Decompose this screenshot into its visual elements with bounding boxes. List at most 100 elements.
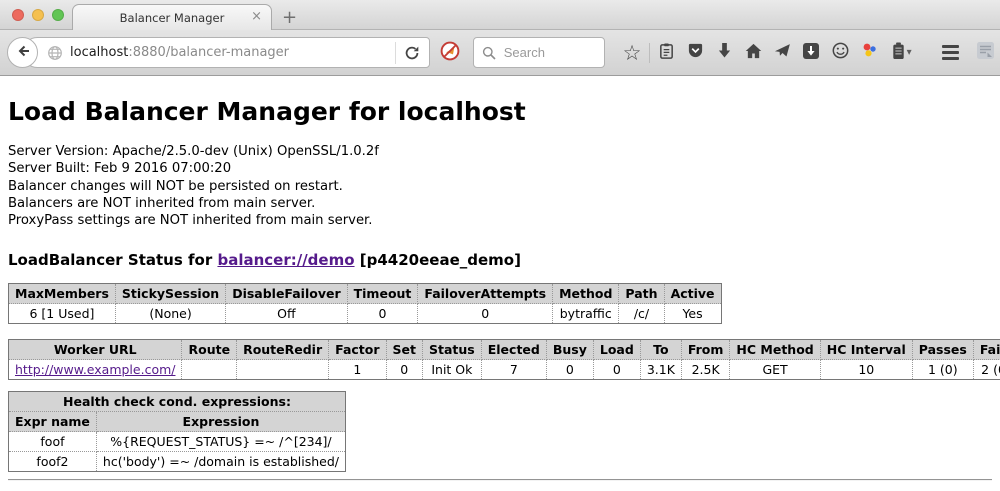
col-timeout: Timeout <box>347 284 418 304</box>
chevron-down-icon[interactable]: ▾ <box>907 47 921 58</box>
cell-load: 0 <box>593 360 640 380</box>
gray-page-icon <box>976 41 995 64</box>
health-table-row-foof: foof %{REQUEST_STATUS} =~ /^[234]/ <box>9 432 346 452</box>
browser-tab[interactable]: Balancer Manager × <box>72 4 272 30</box>
url-host: localhost <box>70 45 128 60</box>
home-button[interactable] <box>739 37 768 69</box>
col-elected: Elected <box>481 340 546 360</box>
webclipper-extension-button[interactable] <box>976 41 995 64</box>
cell-expr-name-1: foof <box>9 432 97 452</box>
col-maxmembers: MaxMembers <box>9 284 116 304</box>
col-to: To <box>640 340 681 360</box>
cell-path: /c/ <box>619 304 664 324</box>
health-table-title: Health check cond. expressions: <box>9 392 346 412</box>
col-failoverattempts: FailoverAttempts <box>418 284 553 304</box>
cell-disablefailover: Off <box>226 304 347 324</box>
download-arrow-icon <box>717 42 732 63</box>
toolbar-separator <box>649 43 650 63</box>
loadbalancer-status-heading: LoadBalancer Status for balancer://demo … <box>8 251 992 270</box>
window-zoom-button[interactable] <box>52 9 64 21</box>
col-fails: Fails <box>973 340 1000 360</box>
emoji-extension-button[interactable] <box>826 37 855 69</box>
cell-expression-2: hc('body') =~ /domain is established/ <box>96 452 345 472</box>
noscript-icon <box>440 41 460 65</box>
cell-set: 0 <box>386 360 422 380</box>
reload-button[interactable] <box>404 45 420 61</box>
clipboard-icon <box>658 42 675 64</box>
send-button[interactable] <box>768 37 797 69</box>
url-bar[interactable]: localhost:8880/balancer-manager <box>22 37 430 68</box>
cell-failoverattempts: 0 <box>418 304 553 324</box>
inherit-warning-line: Balancers are NOT inherited from main se… <box>8 195 992 212</box>
persist-warning-line: Balancer changes will NOT be persisted o… <box>8 178 992 195</box>
page-title: Load Balancer Manager for localhost <box>8 97 992 127</box>
title-bar: Balancer Manager × + <box>0 0 1000 30</box>
balancer-table-header-row: MaxMembers StickySession DisableFailover… <box>9 284 722 304</box>
proxypass-warning-line: ProxyPass settings are NOT inherited fro… <box>8 212 992 229</box>
balancer-table-row: 6 [1 Used] (None) Off 0 0 bytraffic /c/ … <box>9 304 722 324</box>
url-input[interactable]: localhost:8880/balancer-manager <box>70 45 391 60</box>
navigation-toolbar: localhost:8880/balancer-manager ☆ <box>0 30 1000 76</box>
worker-status-table: Worker URL Route RouteRedir Factor Set S… <box>8 339 1000 380</box>
color-dots-icon <box>861 42 878 63</box>
cell-hc-interval: 10 <box>820 360 912 380</box>
col-status: Status <box>423 340 482 360</box>
col-hc-interval: HC Interval <box>820 340 912 360</box>
cell-hc-method: GET <box>730 360 820 380</box>
bottom-divider <box>8 479 992 481</box>
col-hc-method: HC Method <box>730 340 820 360</box>
balancer-demo-link[interactable]: balancer://demo <box>217 251 354 269</box>
col-disablefailover: DisableFailover <box>226 284 347 304</box>
back-button[interactable] <box>7 37 38 68</box>
worker-url-link[interactable]: http://www.example.com/ <box>15 362 175 377</box>
hamburger-menu-button[interactable] <box>936 37 965 69</box>
bookmark-star-button[interactable]: ☆ <box>618 37 647 69</box>
colors-extension-button[interactable] <box>855 37 884 69</box>
col-path: Path <box>619 284 664 304</box>
cell-timeout: 0 <box>347 304 418 324</box>
col-expression: Expression <box>96 412 345 432</box>
clipboard-button[interactable] <box>652 37 681 69</box>
noscript-extension-button[interactable] <box>440 41 460 65</box>
smiley-icon <box>832 42 849 63</box>
col-method: Method <box>553 284 619 304</box>
cell-passes: 1 (0) <box>912 360 973 380</box>
cell-fails: 2 (0) <box>973 360 1000 380</box>
health-table-header-row: Expr name Expression <box>9 412 346 432</box>
cell-stickysession: (None) <box>115 304 225 324</box>
paper-plane-icon <box>774 42 791 63</box>
col-active: Active <box>664 284 721 304</box>
server-version-line: Server Version: Apache/2.5.0-dev (Unix) … <box>8 143 992 160</box>
balancer-settings-table: MaxMembers StickySession DisableFailover… <box>8 283 722 324</box>
globe-icon <box>47 45 63 61</box>
col-expr-name: Expr name <box>9 412 97 432</box>
downloads-button[interactable] <box>710 37 739 69</box>
col-routeredir: RouteRedir <box>237 340 329 360</box>
search-input[interactable] <box>502 44 596 61</box>
search-bar[interactable] <box>473 37 605 68</box>
col-set: Set <box>386 340 422 360</box>
status-heading-prefix: LoadBalancer Status for <box>8 251 217 269</box>
page-content: Load Balancer Manager for localhost Serv… <box>0 76 1000 481</box>
col-busy: Busy <box>546 340 593 360</box>
tab-close-icon[interactable]: × <box>251 10 262 23</box>
save-page-button[interactable] <box>797 37 826 69</box>
back-arrow-icon <box>15 43 31 63</box>
url-path: :8880/balancer-manager <box>128 45 289 60</box>
cell-expr-name-2: foof2 <box>9 452 97 472</box>
star-icon: ☆ <box>623 43 642 63</box>
server-built-line: Server Built: Feb 9 2016 07:00:20 <box>8 160 992 177</box>
window-close-button[interactable] <box>12 9 24 21</box>
cell-elected: 7 <box>481 360 546 380</box>
cell-maxmembers: 6 [1 Used] <box>9 304 116 324</box>
new-tab-button[interactable]: + <box>282 8 297 28</box>
battery-icon <box>892 42 905 64</box>
health-table-title-row: Health check cond. expressions: <box>9 392 346 412</box>
pocket-button[interactable] <box>681 37 710 69</box>
window-minimize-button[interactable] <box>32 9 44 21</box>
square-download-icon <box>803 43 819 63</box>
home-icon <box>745 43 762 63</box>
cell-expression-1: %{REQUEST_STATUS} =~ /^[234]/ <box>96 432 345 452</box>
worker-table-row: http://www.example.com/ 1 0 Init Ok 7 0 … <box>9 360 1000 380</box>
cell-routeredir <box>237 360 329 380</box>
